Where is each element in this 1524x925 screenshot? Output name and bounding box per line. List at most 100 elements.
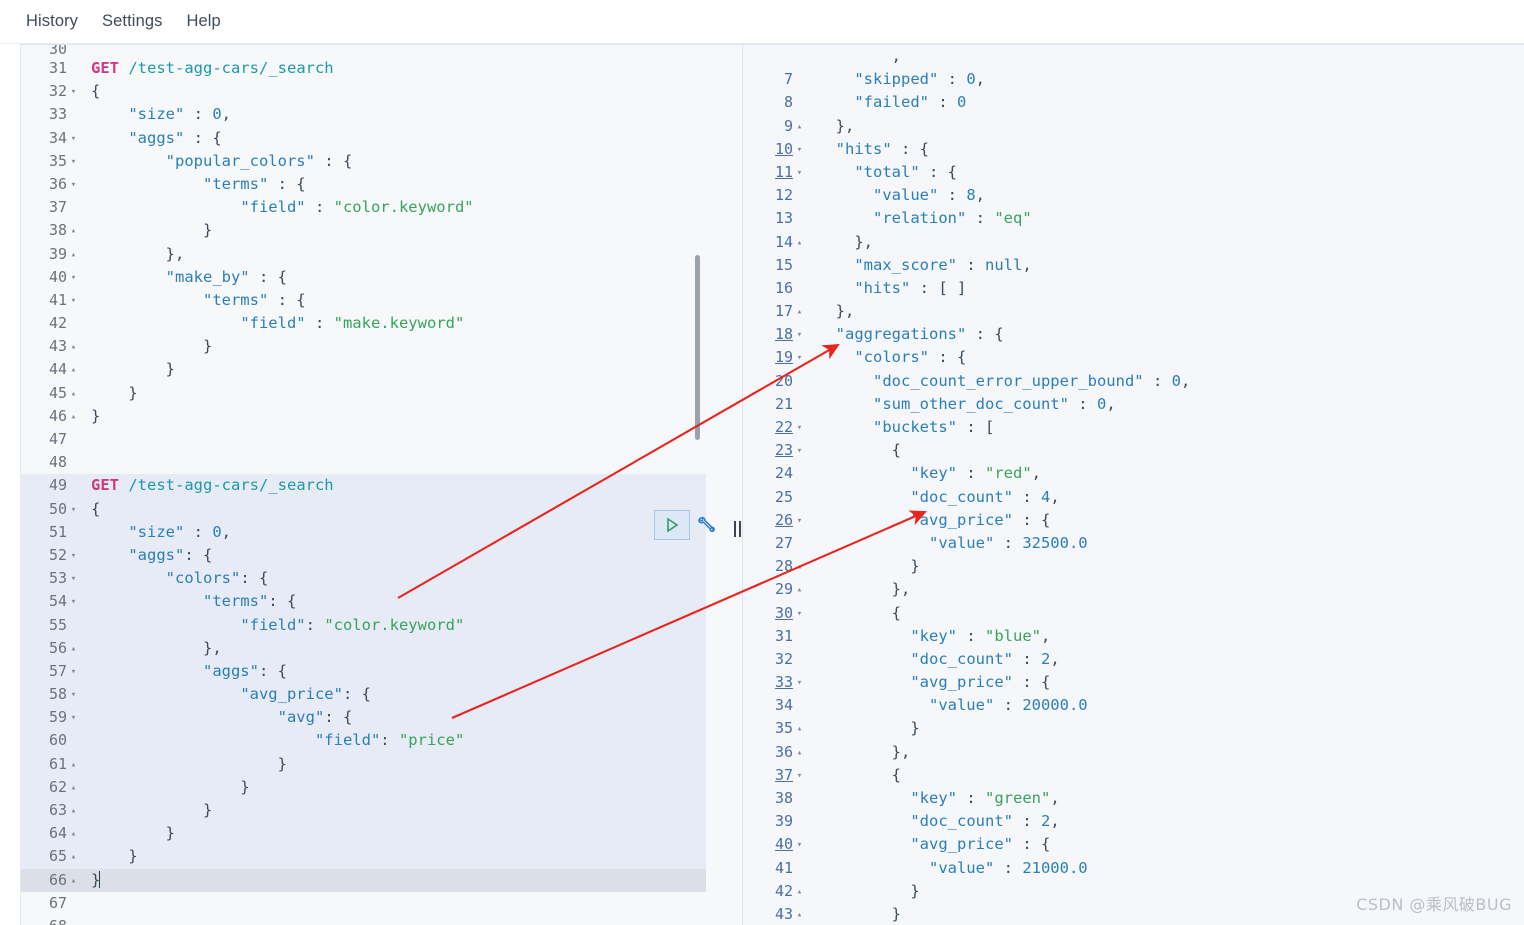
code-line[interactable]: 31 GET /test-agg-cars/_search (21, 57, 706, 80)
fold-collapse-icon[interactable]: ▾ (67, 568, 80, 591)
fold-collapse-icon[interactable]: ▾ (793, 765, 806, 788)
code-line[interactable]: 43 ▴ } (21, 335, 706, 358)
code-line[interactable]: 54 ▾ "terms": { (21, 590, 706, 614)
menu-settings[interactable]: Settings (90, 8, 174, 35)
code-line[interactable]: 66 ▴} (21, 868, 706, 893)
code-line: 38 "key" : "green", (743, 787, 1524, 810)
auto-indent-button[interactable] (694, 511, 720, 539)
fold-collapse-icon[interactable]: ▾ (67, 290, 80, 313)
code-line[interactable]: 48 (21, 451, 706, 474)
menu-help[interactable]: Help (174, 8, 232, 35)
code-line[interactable]: 30 (21, 45, 706, 57)
fold-collapse-icon[interactable]: ▾ (67, 174, 80, 197)
code-line[interactable]: 32 ▾ { (21, 80, 706, 103)
code-line[interactable]: 56 ▴ }, (21, 636, 706, 661)
request-scrollbar[interactable] (695, 255, 700, 440)
fold-end-icon[interactable]: ▴ (793, 556, 806, 579)
fold-end-icon[interactable]: ▴ (67, 406, 80, 429)
fold-collapse-icon[interactable]: ▾ (67, 151, 80, 174)
code-line[interactable]: 51 "size" : 0, (21, 520, 706, 544)
code-line[interactable]: 44 ▴ } (21, 358, 706, 381)
fold-collapse-icon[interactable]: ▾ (793, 440, 806, 463)
request-code[interactable]: 30 31 GET /test-agg-cars/_search 32 ▾ {33 "si… (21, 45, 706, 925)
code-line[interactable]: 34 ▾ "aggs" : { (21, 127, 706, 150)
code-line[interactable]: 57 ▾ "aggs": { (21, 659, 706, 684)
fold-collapse-icon[interactable]: ▾ (67, 707, 80, 730)
fold-collapse-icon[interactable]: ▾ (67, 661, 80, 684)
fold-end-icon[interactable]: ▴ (67, 638, 80, 661)
code-line[interactable]: 39 ▴ }, (21, 243, 706, 266)
pane-splitter-handle[interactable] (731, 520, 743, 538)
code-line[interactable]: 62 ▴ } (21, 775, 706, 800)
fold-collapse-icon[interactable]: ▾ (67, 684, 80, 707)
request-editor-pane[interactable]: 30 31 GET /test-agg-cars/_search 32 ▾ {33 "si… (20, 44, 706, 925)
fold-collapse-icon[interactable]: ▾ (67, 499, 80, 522)
code-line[interactable]: 59 ▾ "avg": { (21, 706, 706, 730)
fold-end-icon[interactable]: ▴ (793, 232, 806, 255)
fold-collapse-icon[interactable]: ▾ (793, 324, 806, 347)
code-line[interactable]: 46 ▴} (21, 405, 706, 428)
code-line[interactable]: 33 "size" : 0, (21, 103, 706, 126)
fold-end-icon[interactable]: ▴ (793, 116, 806, 139)
code-line[interactable]: 68 (21, 915, 706, 925)
fold-collapse-icon[interactable]: ▾ (793, 672, 806, 695)
code-line[interactable]: 35 ▾ "popular_colors" : { (21, 150, 706, 173)
fold-end-icon[interactable]: ▴ (67, 800, 80, 823)
fold-end-icon[interactable]: ▴ (67, 870, 80, 893)
fold-end-icon[interactable]: ▴ (793, 881, 806, 904)
line-number: 32 (774, 649, 793, 668)
fold-collapse-icon[interactable]: ▾ (793, 834, 806, 857)
fold-collapse-icon[interactable]: ▾ (67, 545, 80, 568)
code-line[interactable]: 45 ▴ } (21, 382, 706, 405)
fold-end-icon[interactable]: ▴ (67, 754, 80, 777)
fold-collapse-icon[interactable]: ▾ (67, 128, 80, 151)
fold-collapse-icon[interactable]: ▾ (67, 81, 80, 104)
fold-collapse-icon[interactable]: ▾ (793, 347, 806, 370)
fold-end-icon[interactable]: ▴ (793, 718, 806, 741)
code-line[interactable]: 58 ▾ "avg_price": { (21, 683, 706, 707)
code-line[interactable]: 64 ▴ } (21, 822, 706, 846)
code-line[interactable]: 41 ▾ "terms" : { (21, 289, 706, 312)
fold-end-icon[interactable]: ▴ (793, 579, 806, 602)
fold-collapse-icon[interactable]: ▾ (793, 162, 806, 185)
fold-end-icon[interactable]: ▴ (67, 777, 80, 800)
code-line[interactable]: 61 ▴ } (21, 752, 706, 777)
fold-collapse-icon[interactable]: ▾ (793, 510, 806, 533)
fold-collapse-icon[interactable]: ▾ (793, 417, 806, 440)
code-line[interactable]: 36 ▾ "terms" : { (21, 173, 706, 196)
play-icon (667, 517, 679, 533)
code-line[interactable]: 38 ▴ } (21, 219, 706, 242)
code-line[interactable]: 52 ▾ "aggs": { (21, 543, 706, 568)
play-request-button[interactable] (654, 510, 690, 540)
fold-collapse-icon[interactable]: ▾ (793, 139, 806, 162)
line-number: 38 ▴ (21, 219, 83, 242)
code-line[interactable]: 50 ▾{ (21, 497, 706, 522)
fold-end-icon[interactable]: ▴ (793, 904, 806, 925)
fold-end-icon[interactable]: ▴ (67, 244, 80, 267)
fold-end-icon[interactable]: ▴ (793, 301, 806, 324)
fold-end-icon[interactable]: ▴ (67, 846, 80, 869)
code-line[interactable]: 60 "field": "price" (21, 729, 706, 753)
fold-end-icon[interactable]: ▴ (67, 383, 80, 406)
response-pane[interactable]: ,7 "skipped" : 0, 8 "failed" : 0 9 ▴ }, 10 ▾ … (742, 44, 1524, 925)
code-line[interactable]: 65 ▴ } (21, 845, 706, 869)
fold-end-icon[interactable]: ▴ (67, 359, 80, 382)
code-line[interactable]: 40 ▾ "make_by" : { (21, 266, 706, 289)
code-line[interactable]: 67 (21, 892, 706, 915)
code-line[interactable]: 42 "field" : "make.keyword" (21, 312, 706, 335)
fold-end-icon[interactable]: ▴ (793, 742, 806, 765)
code-text: "relation" : "eq" (873, 209, 1032, 228)
code-line[interactable]: 63 ▴ } (21, 799, 706, 823)
fold-collapse-icon[interactable]: ▾ (67, 591, 80, 614)
fold-end-icon[interactable]: ▴ (67, 336, 80, 359)
code-line[interactable]: 49 GET /test-agg-cars/_search (21, 474, 706, 498)
fold-collapse-icon[interactable]: ▾ (793, 603, 806, 626)
code-line[interactable]: 47 (21, 428, 706, 451)
code-line[interactable]: 55 "field": "color.keyword" (21, 613, 706, 637)
fold-end-icon[interactable]: ▴ (67, 823, 80, 846)
fold-end-icon[interactable]: ▴ (67, 220, 80, 243)
menu-history[interactable]: History (14, 8, 90, 35)
code-line[interactable]: 37 "field" : "color.keyword" (21, 196, 706, 219)
code-line[interactable]: 53 ▾ "colors": { (21, 567, 706, 591)
fold-collapse-icon[interactable]: ▾ (67, 267, 80, 290)
